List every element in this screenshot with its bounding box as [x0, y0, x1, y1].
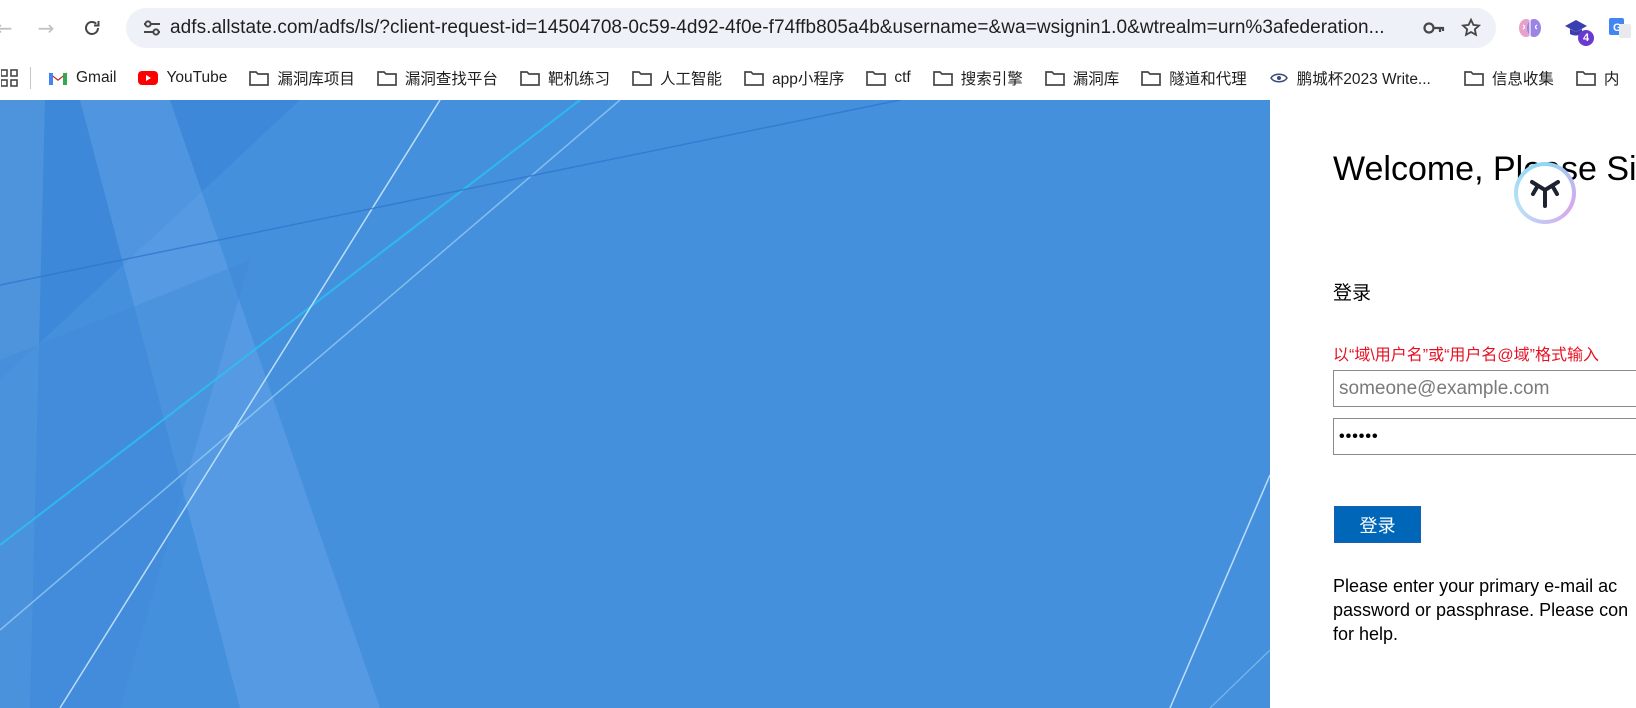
- youtube-icon: [138, 69, 159, 87]
- brain-extension-icon[interactable]: [1516, 14, 1544, 42]
- bookmark-folder[interactable]: 搜索引擎: [922, 62, 1034, 94]
- apps-grid-icon[interactable]: [0, 69, 20, 87]
- reload-button[interactable]: [76, 12, 108, 44]
- back-button[interactable]: ←: [0, 12, 20, 44]
- bookmark-star-icon[interactable]: [1460, 17, 1482, 39]
- signin-button[interactable]: 登录: [1334, 506, 1421, 543]
- bookmark-label: 隧道和代理: [1169, 71, 1247, 88]
- folder-icon: [249, 69, 270, 87]
- eye-icon: [1269, 69, 1289, 87]
- folder-icon: [1576, 69, 1596, 87]
- folder-icon: [632, 69, 652, 87]
- bookmark-youtube[interactable]: YouTube: [127, 62, 238, 94]
- forward-button[interactable]: →: [30, 12, 62, 44]
- bookmarks-bar: Gmail YouTube 漏洞库项目 漏洞查找平台 靶机练习 人工智能 app…: [0, 56, 1636, 100]
- bookmark-folder[interactable]: 信息收集: [1442, 62, 1565, 94]
- folder-icon: [1044, 69, 1065, 87]
- bookmark-folder[interactable]: 内: [1565, 62, 1631, 94]
- graduation-extension-icon[interactable]: 4: [1562, 14, 1594, 46]
- username-field[interactable]: [1333, 370, 1636, 407]
- bookmark-label: 搜索引擎: [960, 71, 1023, 88]
- folder-icon: [932, 69, 953, 87]
- password-field[interactable]: [1333, 418, 1636, 455]
- bookmark-label: 漏洞库项目: [277, 71, 355, 88]
- bookmark-label: 信息收集: [1491, 71, 1554, 88]
- bookmark-folder[interactable]: 隧道和代理: [1130, 62, 1258, 94]
- adfs-signin-page: Welcome, Please Sig 登录 以“域\用户名”或“用户名@域”格…: [0, 100, 1636, 708]
- page-title: Welcome, Please Sig: [1333, 150, 1636, 188]
- help-line: Please enter your primary e-mail ac: [1333, 576, 1618, 596]
- signin-section-label: 登录: [1333, 283, 1372, 304]
- password-key-icon[interactable]: [1422, 18, 1446, 38]
- bookmark-label: ctf: [894, 69, 911, 86]
- bookmark-label: 漏洞查找平台: [404, 71, 498, 88]
- help-line: password or passphrase. Please con: [1333, 600, 1629, 620]
- folder-icon: [1464, 69, 1484, 87]
- bookmark-label: app小程序: [771, 71, 845, 88]
- error-message: 以“域\用户名”或“用户名@域”格式输入: [1333, 347, 1600, 364]
- translate-extension-icon[interactable]: G: [1606, 14, 1634, 42]
- signin-panel: Welcome, Please Sig 登录 以“域\用户名”或“用户名@域”格…: [1270, 100, 1636, 708]
- bookmark-folder[interactable]: 人工智能: [621, 62, 733, 94]
- site-info-icon[interactable]: [134, 18, 170, 38]
- folder-icon: [1141, 69, 1162, 87]
- bookmark-gmail[interactable]: Gmail: [37, 62, 127, 94]
- reload-icon: [85, 21, 100, 35]
- floating-assistant-logo[interactable]: [1514, 162, 1576, 224]
- bookmark-label: 内: [1603, 71, 1620, 88]
- bookmarks-divider: [30, 67, 31, 89]
- folder-icon: [744, 69, 764, 87]
- bookmark-folder[interactable]: 漏洞库: [1034, 62, 1131, 94]
- address-bar[interactable]: adfs.allstate.com/adfs/ls/?client-reques…: [126, 8, 1496, 48]
- bookmark-folder[interactable]: ctf: [855, 62, 921, 94]
- help-line: for help.: [1333, 624, 1399, 644]
- folder-icon: [866, 69, 887, 87]
- bookmark-label: 鹏城杯2023 Write...: [1296, 71, 1431, 88]
- gmail-icon: [48, 69, 68, 87]
- bookmark-label: Gmail: [76, 69, 117, 86]
- bookmark-label: YouTube: [166, 69, 228, 86]
- bookmark-label: 人工智能: [659, 71, 722, 88]
- illustration-background: [0, 100, 1270, 708]
- bookmark-folder[interactable]: 漏洞查找平台: [366, 62, 509, 94]
- bookmark-folder[interactable]: 漏洞库项目: [238, 62, 366, 94]
- extension-badge: 4: [1578, 30, 1594, 46]
- help-text: Please enter your primary e-mail ac pass…: [1333, 574, 1636, 646]
- folder-icon: [377, 69, 397, 87]
- bookmark-folder[interactable]: app小程序: [733, 62, 855, 94]
- url-text[interactable]: adfs.allstate.com/adfs/ls/?client-reques…: [170, 17, 1414, 39]
- assistant-icon: [1530, 180, 1560, 208]
- bookmark-label: 漏洞库: [1072, 71, 1120, 88]
- bookmark-label: 靶机练习: [547, 71, 610, 88]
- browser-toolbar: ← → adfs.allstate.com/adfs/ls/?client-re…: [0, 0, 1636, 56]
- folder-icon: [520, 69, 540, 87]
- bookmark-pengcheng[interactable]: 鹏城杯2023 Write...: [1258, 62, 1442, 94]
- bookmark-folder[interactable]: 靶机练习: [509, 62, 621, 94]
